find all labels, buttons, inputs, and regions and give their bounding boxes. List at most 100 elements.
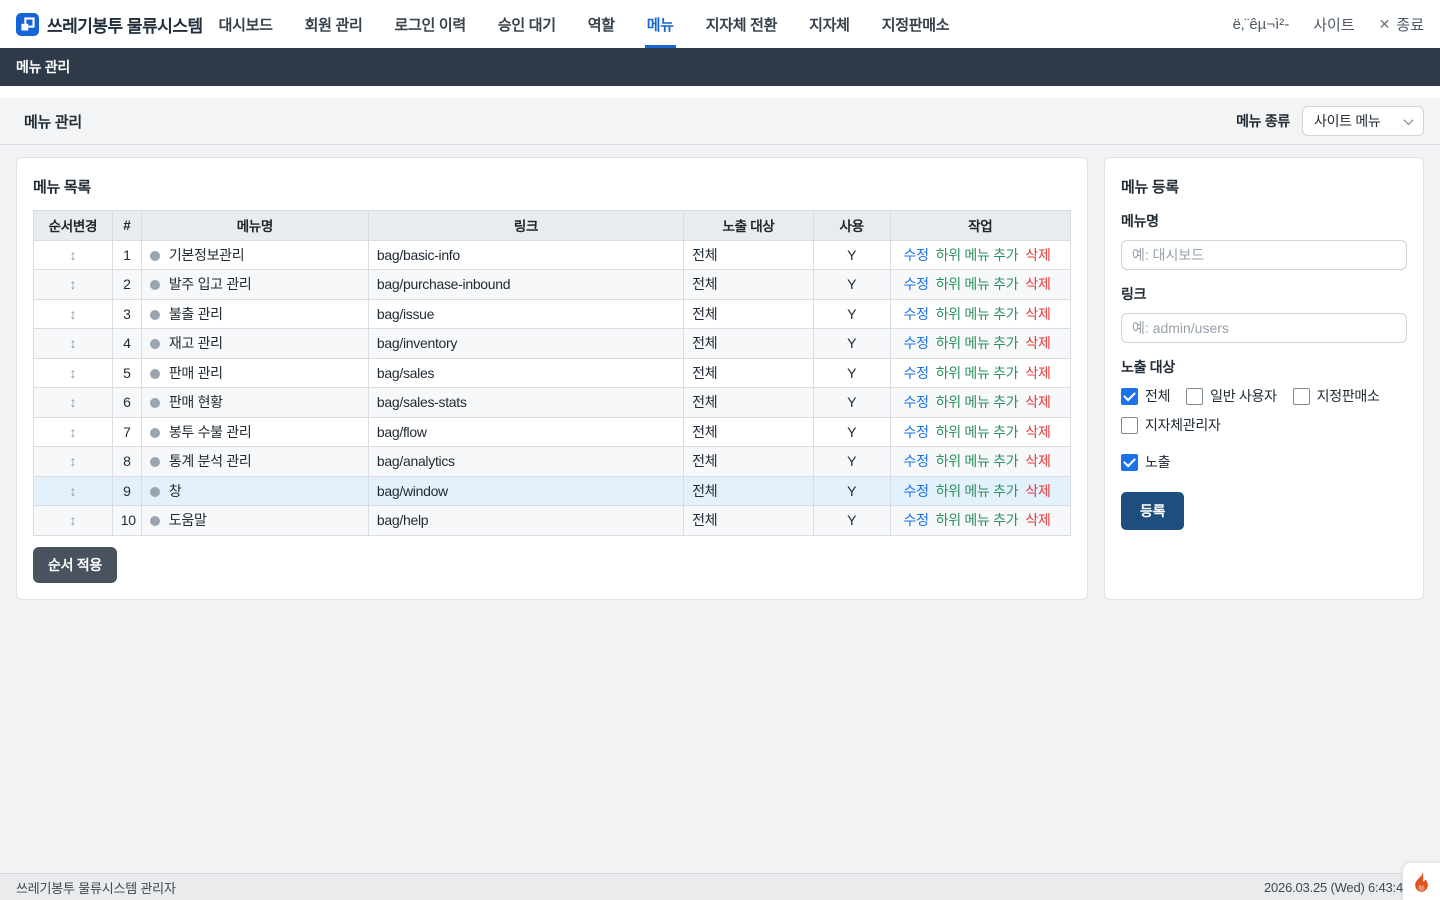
cell-name: 통계 분석 관리 bbox=[141, 447, 368, 477]
menu-dot-icon bbox=[150, 339, 160, 349]
apply-order-button[interactable]: 순서 적용 bbox=[33, 547, 117, 583]
main-content: 메뉴 목록 순서변경 # 메뉴명 링크 노출 대상 사용 작업 ↕1기본정보관리… bbox=[0, 145, 1440, 600]
add-child-link[interactable]: 하위 메뉴 추가 bbox=[936, 424, 1019, 440]
menu-link-input[interactable] bbox=[1121, 313, 1407, 343]
main-nav: 대시보드 회원 관리 로그인 이력 승인 대기 역할 메뉴 지자체 전환 지자체 지정판매소 bbox=[217, 0, 952, 48]
drag-handle-icon[interactable]: ↕ bbox=[70, 512, 77, 528]
cell-actions: 수정 하위 메뉴 추가 삭제 bbox=[890, 447, 1070, 477]
cell-target: 전체 bbox=[684, 447, 814, 477]
cell-drag: ↕ bbox=[34, 329, 113, 359]
brand-link[interactable]: 쓰레기봉투 물류시스템 bbox=[16, 0, 203, 48]
exit-button[interactable]: ✕ 종료 bbox=[1379, 14, 1424, 35]
edit-link[interactable]: 수정 bbox=[904, 424, 929, 440]
drag-handle-icon[interactable]: ↕ bbox=[70, 335, 77, 351]
nav-item-3[interactable]: 승인 대기 bbox=[496, 0, 558, 48]
cell-num: 3 bbox=[112, 299, 141, 329]
add-child-link[interactable]: 하위 메뉴 추가 bbox=[936, 247, 1019, 263]
target-label: 노출 대상 bbox=[1121, 357, 1407, 377]
site-link[interactable]: 사이트 bbox=[1313, 14, 1354, 35]
add-child-link[interactable]: 하위 메뉴 추가 bbox=[936, 335, 1019, 351]
menu-name-input[interactable] bbox=[1121, 240, 1407, 270]
cell-use: Y bbox=[813, 358, 890, 388]
edit-link[interactable]: 수정 bbox=[904, 483, 929, 499]
edit-link[interactable]: 수정 bbox=[904, 306, 929, 322]
delete-link[interactable]: 삭제 bbox=[1025, 424, 1050, 440]
drag-handle-icon[interactable]: ↕ bbox=[70, 247, 77, 263]
table-row: ↕4재고 관리bag/inventory전체Y수정하위 메뉴 추가삭제 bbox=[34, 329, 1071, 359]
delete-link[interactable]: 삭제 bbox=[1025, 394, 1050, 410]
cell-link: bag/basic-info bbox=[368, 240, 683, 270]
cell-link: bag/window bbox=[368, 476, 683, 506]
edit-link[interactable]: 수정 bbox=[904, 335, 929, 351]
nav-item-4[interactable]: 역할 bbox=[586, 0, 617, 48]
drag-handle-icon[interactable]: ↕ bbox=[70, 306, 77, 322]
cell-num: 4 bbox=[112, 329, 141, 359]
register-button[interactable]: 등록 bbox=[1121, 492, 1184, 530]
table-row: ↕2발주 입고 관리bag/purchase-inbound전체Y수정하위 메뉴… bbox=[34, 270, 1071, 300]
cell-drag: ↕ bbox=[34, 388, 113, 418]
col-link: 링크 bbox=[368, 211, 683, 241]
delete-link[interactable]: 삭제 bbox=[1025, 365, 1050, 381]
delete-link[interactable]: 삭제 bbox=[1025, 247, 1050, 263]
visible-checkbox[interactable]: 노출 bbox=[1121, 452, 1407, 472]
target-checkbox-1[interactable]: 일반 사용자 bbox=[1186, 386, 1277, 406]
menu-dot-icon bbox=[150, 369, 160, 379]
drag-handle-icon[interactable]: ↕ bbox=[70, 276, 77, 292]
col-name: 메뉴명 bbox=[141, 211, 368, 241]
target-checkbox-3[interactable]: 지자체관리자 bbox=[1121, 415, 1220, 435]
target-checkbox-2[interactable]: 지정판매소 bbox=[1293, 386, 1380, 406]
cell-drag: ↕ bbox=[34, 240, 113, 270]
add-child-link[interactable]: 하위 메뉴 추가 bbox=[936, 512, 1019, 528]
edit-link[interactable]: 수정 bbox=[904, 453, 929, 469]
drag-handle-icon[interactable]: ↕ bbox=[70, 365, 77, 381]
delete-link[interactable]: 삭제 bbox=[1025, 483, 1050, 499]
edit-link[interactable]: 수정 bbox=[904, 512, 929, 528]
menu-list-title: 메뉴 목록 bbox=[33, 176, 1071, 197]
menu-type-select[interactable]: 사이트 메뉴 bbox=[1302, 106, 1424, 136]
checkbox-icon bbox=[1293, 388, 1310, 405]
cell-drag: ↕ bbox=[34, 358, 113, 388]
add-child-link[interactable]: 하위 메뉴 추가 bbox=[936, 365, 1019, 381]
delete-link[interactable]: 삭제 bbox=[1025, 335, 1050, 351]
nav-item-2[interactable]: 로그인 이력 bbox=[393, 0, 468, 48]
edit-link[interactable]: 수정 bbox=[904, 365, 929, 381]
edit-link[interactable]: 수정 bbox=[904, 276, 929, 292]
cell-target: 전체 bbox=[684, 329, 814, 359]
add-child-link[interactable]: 하위 메뉴 추가 bbox=[936, 394, 1019, 410]
delete-link[interactable]: 삭제 bbox=[1025, 512, 1050, 528]
target-checkbox-0[interactable]: 전체 bbox=[1121, 386, 1170, 406]
user-name-text: ë‚¨êµ¬ì²- bbox=[1233, 16, 1290, 33]
checkbox-label: 지정판매소 bbox=[1317, 386, 1380, 406]
col-num: # bbox=[112, 211, 141, 241]
nav-item-5[interactable]: 메뉴 bbox=[645, 0, 676, 48]
cell-name: 창 bbox=[141, 476, 368, 506]
drag-handle-icon[interactable]: ↕ bbox=[70, 394, 77, 410]
delete-link[interactable]: 삭제 bbox=[1025, 453, 1050, 469]
delete-link[interactable]: 삭제 bbox=[1025, 276, 1050, 292]
nav-item-1[interactable]: 회원 관리 bbox=[303, 0, 365, 48]
add-child-link[interactable]: 하위 메뉴 추가 bbox=[936, 453, 1019, 469]
menu-dot-icon bbox=[150, 428, 160, 438]
drag-handle-icon[interactable]: ↕ bbox=[70, 483, 77, 499]
nav-item-8[interactable]: 지정판매소 bbox=[880, 0, 952, 48]
add-child-link[interactable]: 하위 메뉴 추가 bbox=[936, 306, 1019, 322]
edit-link[interactable]: 수정 bbox=[904, 394, 929, 410]
cell-link: bag/sales bbox=[368, 358, 683, 388]
exit-label: 종료 bbox=[1396, 14, 1424, 35]
nav-item-0[interactable]: 대시보드 bbox=[217, 0, 275, 48]
cell-target: 전체 bbox=[684, 417, 814, 447]
add-child-link[interactable]: 하위 메뉴 추가 bbox=[936, 276, 1019, 292]
delete-link[interactable]: 삭제 bbox=[1025, 306, 1050, 322]
table-row: ↕3불출 관리bag/issue전체Y수정하위 메뉴 추가삭제 bbox=[34, 299, 1071, 329]
drag-handle-icon[interactable]: ↕ bbox=[70, 453, 77, 469]
edit-link[interactable]: 수정 bbox=[904, 247, 929, 263]
cell-num: 8 bbox=[112, 447, 141, 477]
visible-label: 노출 bbox=[1145, 452, 1170, 472]
nav-item-7[interactable]: 지자체 bbox=[807, 0, 852, 48]
cell-name: 기본정보관리 bbox=[141, 240, 368, 270]
add-child-link[interactable]: 하위 메뉴 추가 bbox=[936, 483, 1019, 499]
nav-item-6[interactable]: 지자체 전환 bbox=[704, 0, 779, 48]
cell-use: Y bbox=[813, 388, 890, 418]
navbar-right: ë‚¨êµ¬ì²- 사이트 ✕ 종료 bbox=[1233, 0, 1424, 48]
drag-handle-icon[interactable]: ↕ bbox=[70, 424, 77, 440]
